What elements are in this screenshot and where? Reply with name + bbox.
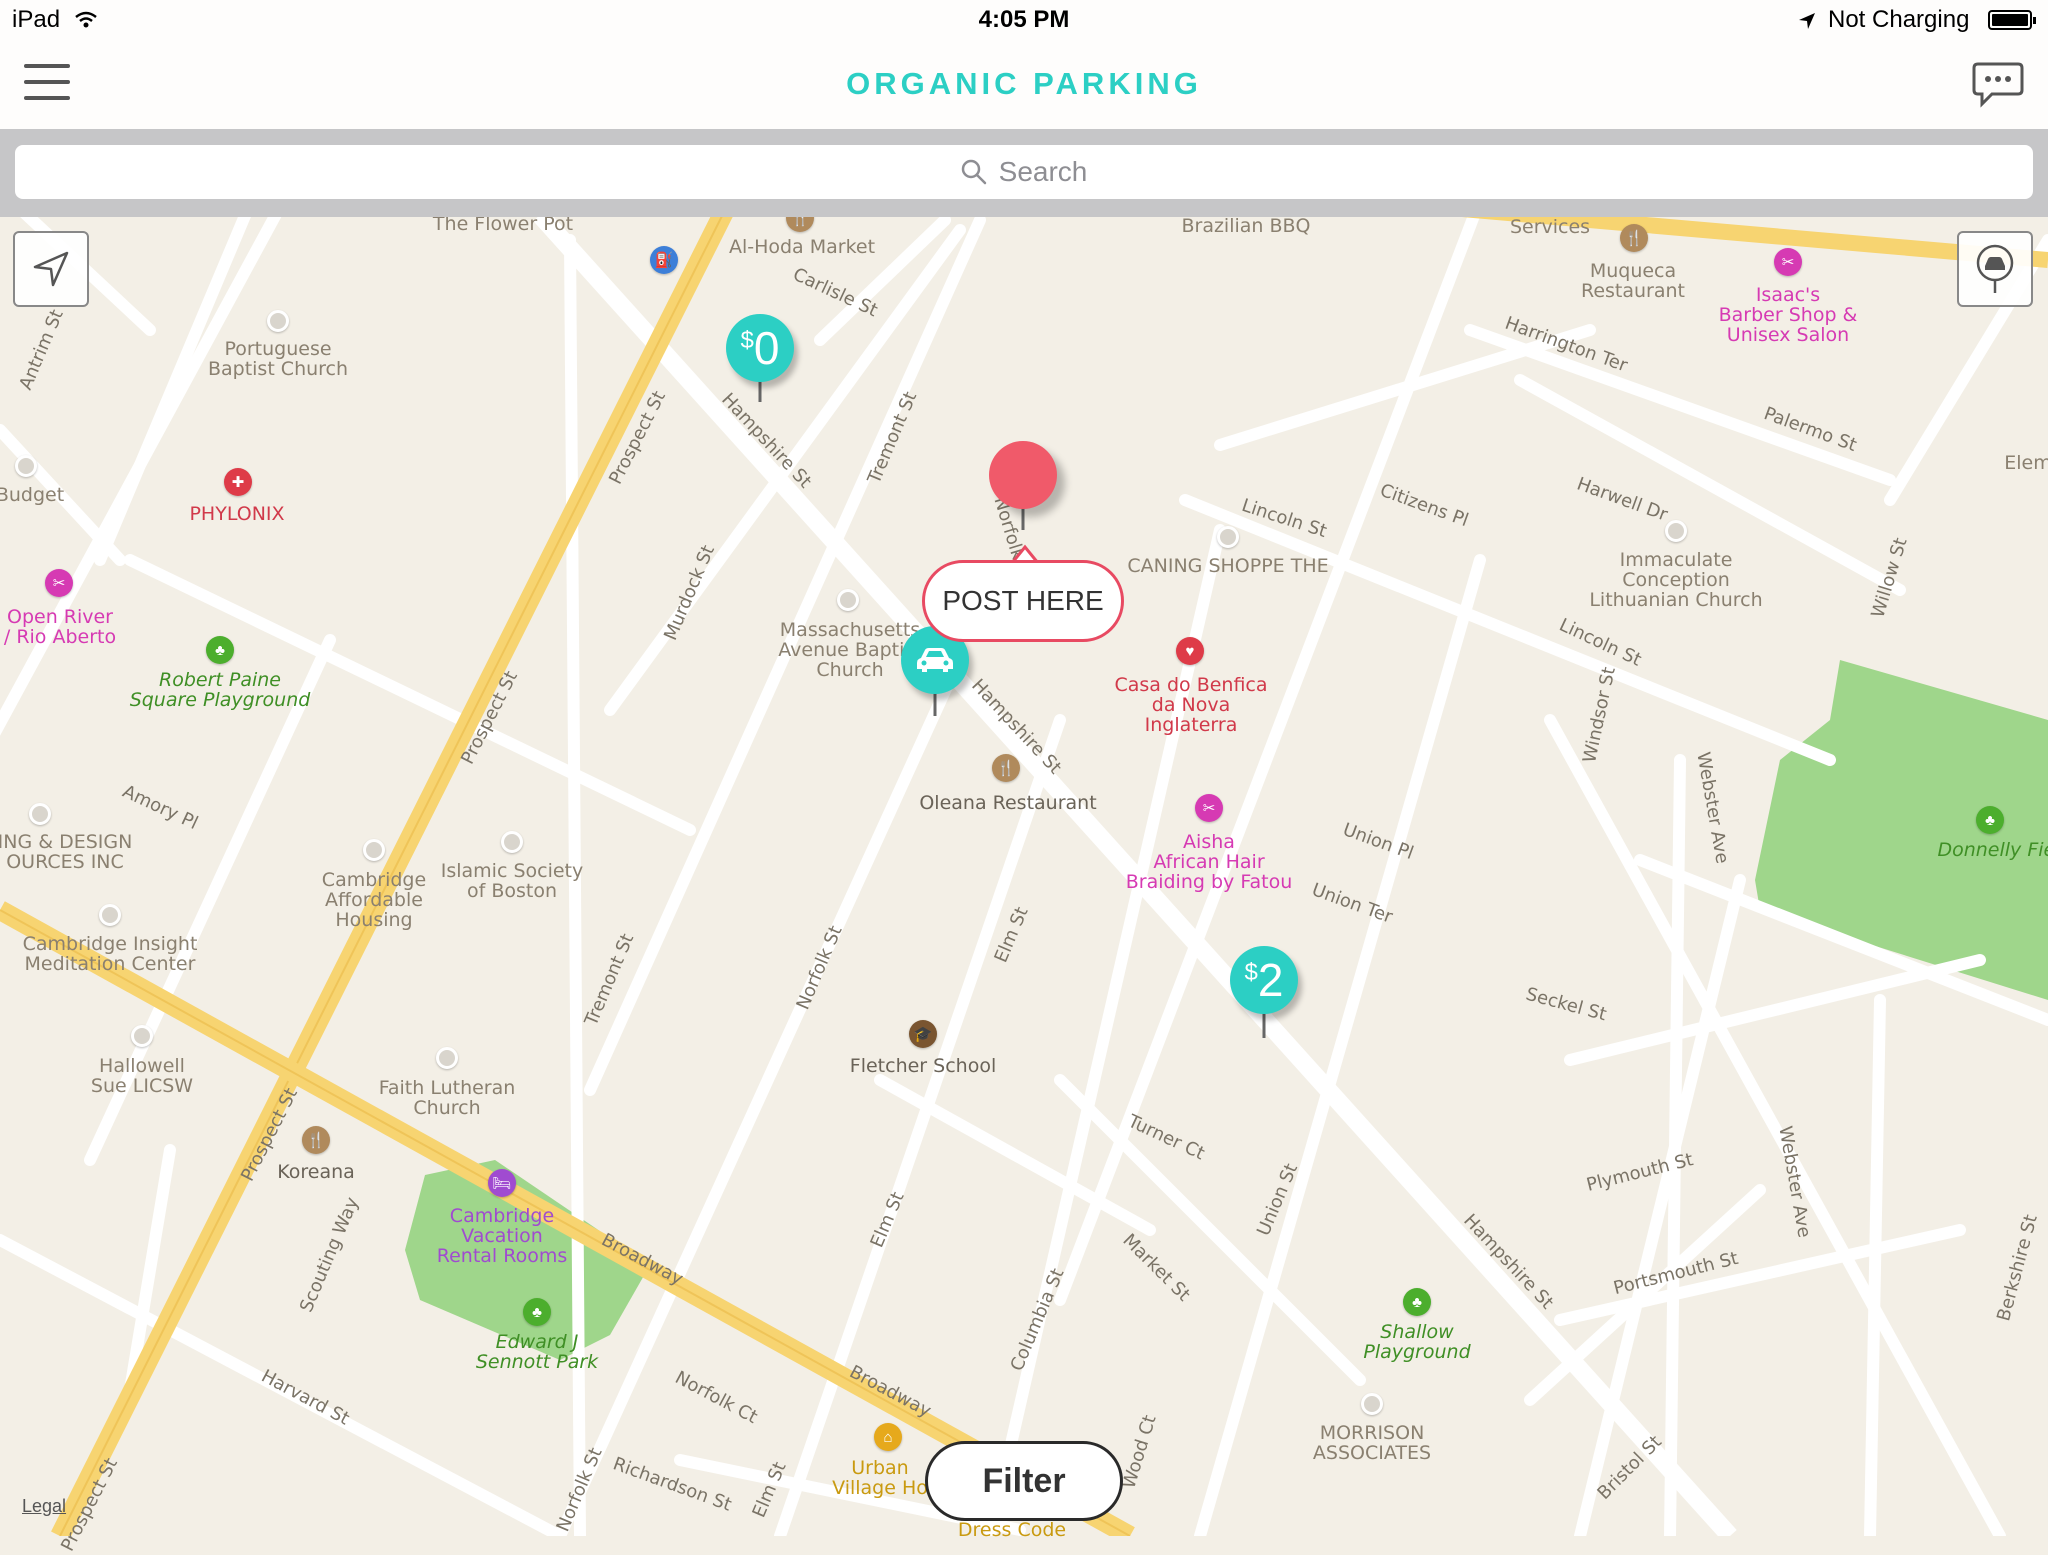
place-label: Koreana — [277, 1161, 355, 1183]
map-view[interactable]: 🍴 ⛽ 🍴 ✂ ✚ ✂ ♣ ♥ 🍴 ✂ ♣ 🎓 🍴 🛏 ♣ ♣ ⌂ The Fl… — [0, 0, 2048, 1555]
car-location-button[interactable] — [1957, 231, 2033, 307]
place-icon[interactable] — [837, 589, 859, 611]
place-label: Robert Paine Square Playground — [129, 669, 311, 711]
place-label: PHYLONIX — [189, 503, 285, 525]
place-label: Urban Village Ho — [832, 1457, 928, 1499]
filter-label: Filter — [982, 1461, 1066, 1500]
search-placeholder: Search — [998, 156, 1088, 187]
place-label: Casa do Benfica da Nova Inglaterra — [1114, 674, 1268, 736]
place-label: Portuguese Baptist Church — [207, 338, 349, 380]
place-label: Brazilian BBQ — [1181, 215, 1311, 237]
location-arrow-icon — [33, 251, 69, 287]
place-label: Oleana Restaurant — [919, 792, 1097, 814]
place-icon[interactable] — [363, 839, 385, 861]
restaurant-icon[interactable]: 🍴 — [302, 1126, 330, 1154]
navigation-bar: iPad 4:05 PM Not Charging ORGANIC PARKIN… — [0, 0, 2048, 130]
pin-amount: 0 — [753, 322, 780, 374]
restaurant-icon[interactable]: 🍴 — [1620, 224, 1648, 252]
filter-button[interactable]: Filter — [925, 1441, 1123, 1521]
parking-price-pin[interactable]: $ 0 — [726, 314, 794, 382]
place-label: Dress Code — [957, 1519, 1067, 1541]
place-label: CANING SHOPPE THE — [1127, 555, 1329, 577]
pharmacy-icon[interactable]: ✚ — [224, 468, 252, 496]
search-input[interactable]: Search — [15, 145, 2033, 199]
park-tree-icon[interactable]: ♣ — [1403, 1288, 1431, 1316]
battery-status: Not Charging — [1828, 6, 1970, 33]
place-label: Budget — [0, 484, 65, 506]
salon-icon[interactable]: ✂ — [45, 569, 73, 597]
clock: 4:05 PM — [978, 6, 1070, 33]
car-icon — [917, 648, 953, 672]
place-label: Shallow Playground — [1363, 1321, 1471, 1363]
chat-bubble-icon[interactable] — [1972, 60, 2024, 108]
battery-icon — [1988, 10, 2036, 30]
place-label: ING & DESIGN OURCES INC — [0, 831, 133, 873]
place-label: Aisha African Hair Braiding by Fatou — [1125, 831, 1293, 893]
status-bar: iPad 4:05 PM Not Charging — [0, 0, 2048, 40]
pin-currency: $ — [1244, 959, 1258, 986]
place-icon[interactable] — [1217, 526, 1239, 548]
shopping-icon[interactable]: ⌂ — [874, 1423, 902, 1451]
place-label: Islamic Society of Boston — [440, 860, 584, 902]
place-label: Fletcher School — [849, 1055, 997, 1077]
place-icon[interactable] — [99, 904, 121, 926]
search-bar: Search — [0, 129, 2048, 217]
salon-icon[interactable]: ✂ — [1774, 248, 1802, 276]
park-tree-icon[interactable]: ♣ — [206, 636, 234, 664]
car-pin-icon — [1976, 244, 2014, 293]
place-icon[interactable] — [436, 1047, 458, 1069]
place-label: MORRISON ASSOCIATES — [1312, 1422, 1432, 1464]
place-label: Donnelly Field — [1937, 839, 2048, 861]
place-label: Cambridge Affordable Housing — [321, 869, 427, 931]
legal-link[interactable]: Legal — [22, 1496, 66, 1517]
health-icon[interactable]: ♥ — [1176, 637, 1204, 665]
restaurant-icon[interactable]: 🍴 — [992, 754, 1020, 782]
pin-currency: $ — [740, 327, 754, 354]
pin-amount: 2 — [1257, 954, 1284, 1006]
app-title: ORGANIC PARKING — [846, 66, 1202, 101]
place-label: Open River / Rio Aberto — [3, 606, 117, 648]
place-icon[interactable] — [501, 831, 523, 853]
place-label: Faith Lutheran Church — [378, 1077, 516, 1119]
parking-price-pin[interactable]: $ 2 — [1230, 946, 1298, 1014]
place-icon[interactable] — [1361, 1393, 1383, 1415]
gas-station-icon[interactable]: ⛽ — [650, 246, 678, 274]
place-label: The Flower Pot — [432, 213, 574, 235]
place-icon[interactable] — [29, 803, 51, 825]
school-icon[interactable]: 🎓 — [909, 1020, 937, 1048]
post-here-label: POST HERE — [942, 585, 1104, 616]
place-icon[interactable] — [15, 455, 37, 477]
place-label: Al-Hoda Market — [728, 236, 876, 258]
place-label: Cambridge Vacation Rental Rooms — [436, 1205, 568, 1267]
place-label: Edward J Sennott Park — [475, 1331, 599, 1373]
place-label: Elem — [2004, 452, 2048, 474]
place-label: Massachusetts Avenue Baptist Church — [778, 619, 922, 681]
place-label: Hallowell Sue LICSW — [90, 1055, 194, 1097]
place-icon[interactable] — [131, 1025, 153, 1047]
drop-pin[interactable] — [989, 441, 1057, 509]
park-tree-icon[interactable]: ♣ — [1976, 806, 2004, 834]
post-here-button[interactable]: POST HERE — [922, 560, 1124, 642]
place-label: Muqueca Restaurant — [1580, 260, 1686, 302]
place-label: Isaac's Barber Shop & Unisex Salon — [1718, 284, 1858, 346]
hotel-icon[interactable]: 🛏 — [488, 1169, 516, 1197]
salon-icon[interactable]: ✂ — [1195, 794, 1223, 822]
locate-me-button[interactable] — [13, 231, 89, 307]
location-services-icon — [1799, 13, 1815, 29]
place-label: Cambridge Insight Meditation Center — [22, 933, 198, 975]
pin-stick — [1262, 1012, 1266, 1038]
search-icon — [961, 159, 986, 185]
place-icon[interactable] — [267, 310, 289, 332]
park-tree-icon[interactable]: ♣ — [523, 1298, 551, 1326]
place-label: Immaculate Conception Lithuanian Church — [1589, 549, 1763, 611]
place-icon[interactable] — [1665, 520, 1687, 542]
place-label: Services — [1509, 216, 1591, 238]
